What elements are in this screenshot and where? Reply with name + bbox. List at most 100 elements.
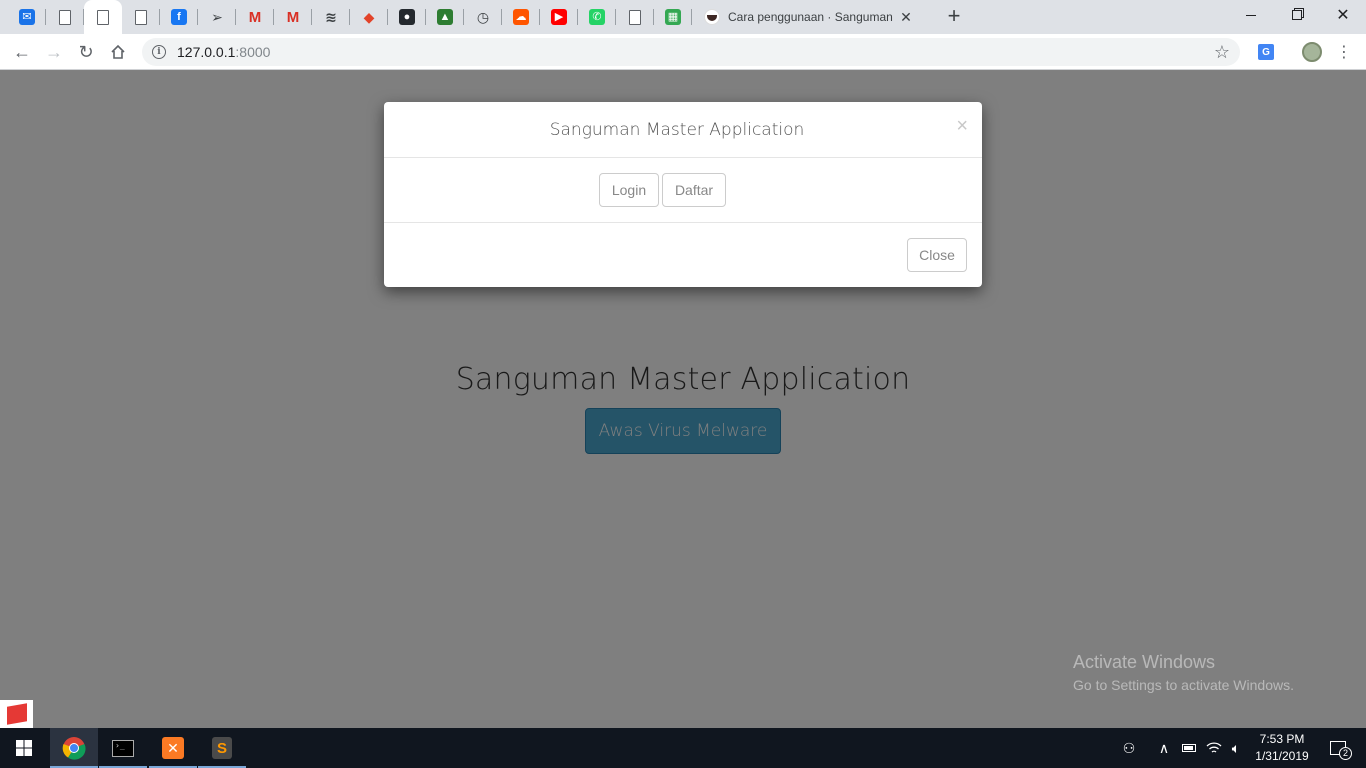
browser-tabstrip: ✉ f ➢ M M ≋ ◆ ● ▲ ◷ ☁ ▶ ✆ ▦ Cara penggunaan · Sanguma… — [0, 0, 1366, 34]
bookmark-star-icon[interactable]: ☆ — [1214, 42, 1230, 62]
sublime-text-icon: S — [212, 737, 232, 759]
pinned-tab[interactable]: f — [160, 0, 198, 34]
more-vert-icon: ⋮ — [1336, 44, 1352, 61]
pinned-tab[interactable]: ▶ — [540, 0, 578, 34]
xampp-icon: ✕ — [162, 737, 184, 759]
translate-icon: G — [1258, 44, 1274, 60]
pinned-tab[interactable] — [46, 0, 84, 34]
reload-button[interactable]: ↻ — [72, 38, 100, 66]
home-button[interactable] — [104, 38, 132, 66]
document-icon — [135, 9, 147, 25]
youtube-icon: ▶ — [551, 9, 567, 25]
pinned-tab[interactable]: ● — [388, 0, 426, 34]
active-tab[interactable]: Cara penggunaan · Sanguman ✕ — [694, 0, 930, 34]
document-icon — [97, 9, 109, 25]
pinned-tab[interactable]: M — [274, 0, 312, 34]
login-button[interactable]: Login — [599, 173, 659, 207]
pinned-tab[interactable]: M — [236, 0, 274, 34]
home-icon — [111, 44, 125, 59]
pinned-tab[interactable] — [84, 0, 122, 34]
profile-avatar[interactable] — [1298, 38, 1326, 66]
clock-date: 1/31/2019 — [1255, 749, 1309, 763]
avatar-icon — [1302, 42, 1322, 62]
pinned-tab[interactable]: ◆ — [350, 0, 388, 34]
modal-title: Sanguman Master Application — [549, 120, 805, 140]
minimize-button[interactable] — [1228, 0, 1274, 30]
register-button[interactable]: Daftar — [662, 173, 726, 207]
tab-favicon-icon — [704, 9, 720, 25]
modal-body: Login Daftar — [384, 158, 982, 223]
clock-time: 7:53 PM — [1259, 732, 1305, 746]
document-icon — [629, 9, 641, 25]
modal-footer: Close — [384, 223, 982, 287]
system-clock[interactable]: 7:53 PM 1/31/2019 — [1250, 731, 1314, 765]
pinned-tab[interactable]: ☁ — [502, 0, 540, 34]
translate-extension-button[interactable]: G — [1252, 38, 1280, 66]
modal-header: Sanguman Master Application × — [384, 102, 982, 158]
notification-icon: 2 — [1330, 741, 1352, 760]
corner-app-icon[interactable] — [0, 700, 33, 728]
clock-icon: ◷ — [476, 9, 490, 25]
action-center-button[interactable]: 2 — [1318, 728, 1358, 768]
activate-windows-subtitle: Go to Settings to activate Windows. — [1073, 677, 1294, 693]
auth-modal: Sanguman Master Application × Login Daft… — [384, 102, 982, 287]
pinned-tab[interactable]: ✆ — [578, 0, 616, 34]
windows-taskbar: ›_ ✕ S ⚇ ∧ 🔈︎ 7:53 PM 1/31/2019 2 — [0, 728, 1366, 768]
gmail-icon: M — [248, 8, 262, 26]
sheet-icon: ▦ — [665, 9, 681, 25]
notification-count: 2 — [1339, 747, 1352, 760]
minimize-icon — [1246, 14, 1256, 16]
pinned-tab[interactable]: ✉ — [8, 0, 46, 34]
menu-button[interactable]: ⋮ — [1330, 38, 1358, 66]
taskbar-sublime[interactable]: S — [198, 728, 246, 768]
mail-app-icon: ✉ — [19, 9, 35, 25]
taskbar-chrome[interactable] — [50, 728, 98, 768]
start-button[interactable] — [0, 728, 48, 768]
back-button[interactable]: ← — [8, 38, 36, 66]
active-tab-title: Cara penggunaan · Sanguman — [728, 10, 893, 24]
wifi-icon[interactable] — [1204, 728, 1224, 768]
close-window-icon: ✕ — [1336, 7, 1350, 24]
taskbar-xampp[interactable]: ✕ — [149, 728, 197, 768]
modal-close-button[interactable]: Close — [907, 238, 967, 272]
back-arrow-icon: ← — [13, 41, 31, 62]
people-icon[interactable]: ⚇ — [1118, 728, 1140, 768]
reload-icon: ↻ — [78, 41, 94, 62]
gitlab-icon: ◆ — [363, 9, 375, 25]
send-icon: ➢ — [211, 9, 223, 25]
address-url: 127.0.0.1:8000 — [177, 44, 271, 60]
terminal-icon: ›_ — [112, 739, 134, 757]
pinned-tab[interactable]: ➢ — [198, 0, 236, 34]
pinned-tab[interactable]: ◷ — [464, 0, 502, 34]
new-tab-button[interactable]: + — [942, 5, 966, 29]
facebook-icon: f — [171, 9, 187, 25]
tab-close-icon[interactable]: ✕ — [898, 9, 914, 26]
landscape-icon: ▲ — [437, 9, 453, 25]
pinned-tab[interactable]: ▲ — [426, 0, 464, 34]
pinned-tab[interactable] — [616, 0, 654, 34]
browser-toolbar: ← → ↻ i 127.0.0.1:8000 ☆ G ⋮ — [0, 34, 1366, 70]
pinned-tab[interactable] — [122, 0, 160, 34]
restore-button[interactable] — [1274, 0, 1320, 30]
restore-icon — [1292, 10, 1302, 20]
chrome-icon — [62, 737, 86, 760]
gmail-icon: M — [286, 8, 300, 26]
battery-icon[interactable] — [1180, 728, 1198, 768]
forward-arrow-icon: → — [45, 41, 63, 62]
tray-chevron-icon[interactable]: ∧ — [1155, 728, 1173, 768]
windows-logo-icon — [16, 740, 32, 756]
whatsapp-icon: ✆ — [589, 9, 605, 25]
modal-close-icon[interactable]: × — [956, 114, 968, 138]
close-window-button[interactable]: ✕ — [1320, 0, 1366, 30]
wave-icon: ≋ — [325, 9, 337, 25]
volume-icon[interactable]: 🔈︎ — [1226, 728, 1246, 768]
soundcloud-icon: ☁ — [513, 9, 529, 25]
activate-windows-title: Activate Windows — [1073, 652, 1216, 672]
forward-button[interactable]: → — [40, 38, 68, 66]
pinned-tab[interactable]: ≋ — [312, 0, 350, 34]
pinned-tab[interactable]: ▦ — [654, 0, 692, 34]
document-icon — [59, 9, 71, 25]
site-info-icon[interactable]: i — [152, 45, 166, 59]
taskbar-terminal[interactable]: ›_ — [99, 728, 147, 768]
address-bar[interactable]: i 127.0.0.1:8000 ☆ — [142, 38, 1240, 66]
